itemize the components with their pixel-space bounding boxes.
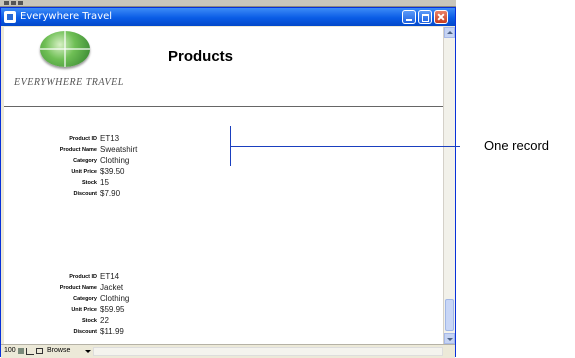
scroll-up-icon[interactable] [444, 27, 455, 38]
field-row: Category Clothing [4, 294, 244, 304]
globe-logo-icon [40, 31, 90, 67]
header-divider [4, 106, 443, 107]
close-button[interactable] [434, 10, 448, 24]
field-value[interactable]: $11.99 [100, 327, 124, 336]
field-label: Product Name [59, 285, 97, 291]
scroll-thumb[interactable] [445, 299, 454, 331]
logo-text: EVERYWHERE TRAVEL [14, 77, 124, 88]
vertical-scrollbar[interactable] [443, 27, 455, 344]
layout-icon[interactable] [36, 348, 43, 354]
maximize-button[interactable] [418, 10, 432, 24]
status-bar: 100 Browse [1, 344, 455, 358]
field-label: Product ID [69, 136, 97, 142]
field-value[interactable]: 22 [100, 316, 109, 325]
field-value[interactable]: $59.95 [100, 305, 124, 314]
horizontal-scrollbar[interactable] [93, 347, 443, 356]
field-row: Product ID ET14 [4, 272, 244, 282]
title-bar[interactable]: Everywhere Travel [1, 8, 455, 26]
strip-icon [11, 1, 16, 5]
field-value[interactable]: ET14 [100, 272, 119, 281]
annotation-label: One record [484, 138, 550, 153]
layout-content: EVERYWHERE TRAVEL Products Product ID ET… [4, 27, 443, 344]
field-row: Unit Price $39.50 [4, 167, 244, 177]
field-row: Product Name Sweatshirt [4, 145, 244, 155]
chart-icon[interactable] [26, 348, 34, 355]
field-label: Discount [73, 191, 97, 197]
field-label: Stock [82, 180, 97, 186]
field-value[interactable]: $39.50 [100, 167, 124, 176]
field-label: Category [73, 158, 97, 164]
strip-icon [4, 1, 9, 5]
field-row: Category Clothing [4, 156, 244, 166]
background-window-strip [0, 0, 456, 7]
field-value[interactable]: 15 [100, 178, 109, 187]
field-value[interactable]: Sweatshirt [100, 145, 137, 154]
field-label: Product ID [69, 274, 97, 280]
field-label: Discount [73, 329, 97, 335]
annotation-line [230, 146, 460, 147]
app-window: Everywhere Travel EVERYWHERE TRAVEL Prod… [0, 7, 456, 358]
field-value[interactable]: Jacket [100, 283, 123, 292]
minimize-button[interactable] [402, 10, 416, 24]
page-title: Products [168, 48, 234, 65]
field-value[interactable]: Clothing [100, 156, 129, 165]
field-row: Discount $11.99 [4, 327, 244, 337]
field-label: Stock [82, 318, 97, 324]
chevron-down-icon[interactable] [85, 350, 91, 353]
field-row: Discount $7.90 [4, 189, 244, 199]
field-row: Unit Price $59.95 [4, 305, 244, 315]
field-label: Unit Price [71, 169, 97, 175]
mode-select[interactable]: Browse [47, 347, 70, 354]
field-label: Unit Price [71, 307, 97, 313]
field-row: Stock 22 [4, 316, 244, 326]
zoom-level[interactable]: 100 [4, 347, 16, 354]
field-row: Product ID ET13 [4, 134, 244, 144]
window-title: Everywhere Travel [20, 11, 113, 22]
field-value[interactable]: $7.90 [100, 189, 120, 198]
strip-icon [18, 1, 23, 5]
scroll-down-icon[interactable] [444, 333, 455, 344]
app-icon [4, 11, 16, 23]
field-value[interactable]: Clothing [100, 294, 129, 303]
field-row: Product Name Jacket [4, 283, 244, 293]
field-value[interactable]: ET13 [100, 134, 119, 143]
field-label: Product Name [59, 147, 97, 153]
field-label: Category [73, 296, 97, 302]
zoom-icon[interactable] [18, 348, 24, 354]
field-row: Stock 15 [4, 178, 244, 188]
